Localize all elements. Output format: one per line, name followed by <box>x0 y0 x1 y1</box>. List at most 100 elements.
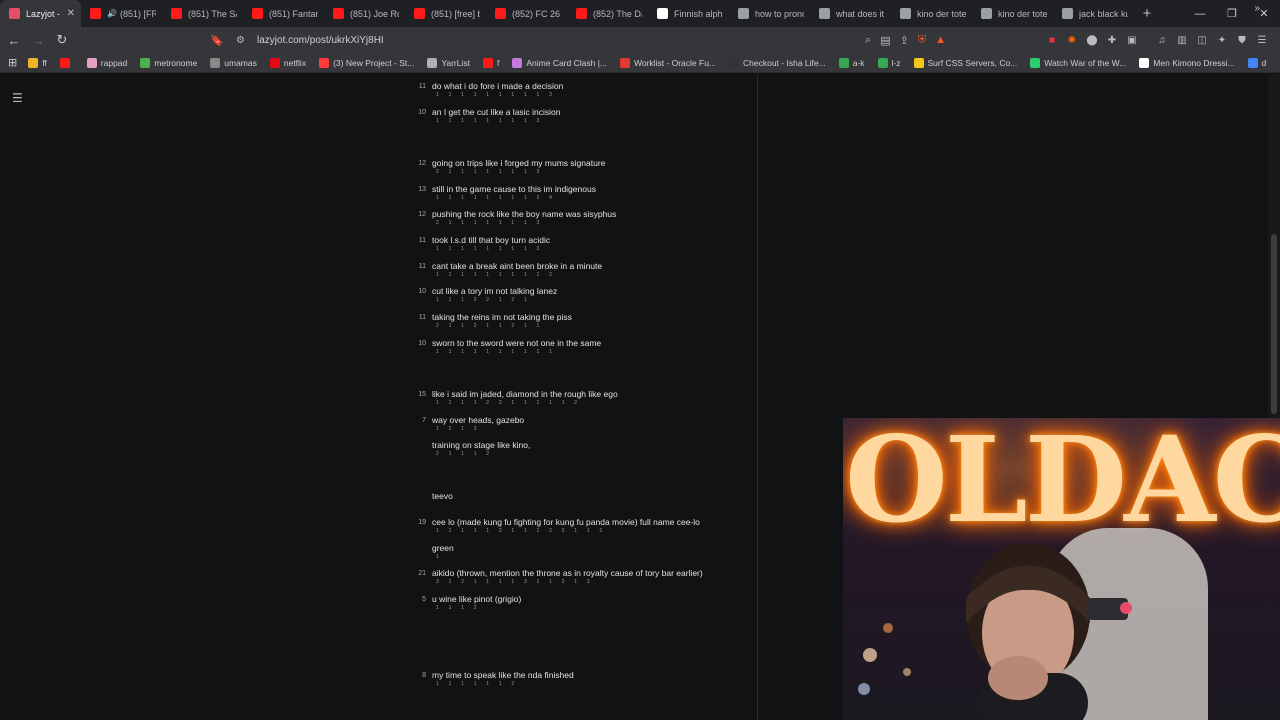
webcam-overlay: OLDAC <box>843 418 1280 720</box>
lyric-text[interactable]: cut like a tory im not talking lanez <box>432 286 557 296</box>
tab-favicon-icon <box>414 8 425 19</box>
browser-tab[interactable]: 🔊 (851) [FR <box>81 0 162 27</box>
bookmark-item[interactable]: f <box>482 57 500 68</box>
back-icon[interactable]: ← <box>4 33 24 48</box>
extensions-puzzle-icon[interactable]: ✚ <box>1105 33 1119 47</box>
lyric-text[interactable]: cant take a break aint been broke in a m… <box>432 261 602 271</box>
forward-icon[interactable]: → <box>28 33 48 48</box>
bookmark-label: f <box>496 57 500 68</box>
browser-tab[interactable]: kino der tote <box>972 0 1053 27</box>
bookmark-item[interactable]: ff <box>28 57 47 68</box>
bookmark-item[interactable]: netflix <box>269 57 307 68</box>
apps-grid-icon[interactable]: ⊞ <box>8 56 17 69</box>
new-tab-icon[interactable]: + <box>1134 0 1160 27</box>
rewards-icon[interactable]: ▲ <box>935 34 946 47</box>
restore-icon[interactable]: ❐ <box>1216 0 1248 27</box>
bookmark-item[interactable]: d <box>1247 57 1266 68</box>
vpn-icon[interactable]: ⛊ <box>1235 33 1249 47</box>
bookmark-favicon-icon <box>913 57 924 68</box>
bookmark-favicon-icon <box>28 57 39 68</box>
extension-icon[interactable]: ✺ <box>1065 33 1079 47</box>
tab-audio-icon[interactable]: 🔊 <box>107 9 117 18</box>
url-text[interactable]: lazyjot.com/post/ukrkXiYj8HI <box>257 35 384 46</box>
syllable-markers: 1 1 1 1 1 1 1 1 1 2 <box>436 272 557 278</box>
bookmarks-bar: ⊞ ff rappad metronome umamas netflix (3) New … <box>0 53 1280 73</box>
bookmark-item[interactable]: Checkout - Isha Life... <box>729 57 826 68</box>
media-icon[interactable]: ♫ <box>1155 33 1169 47</box>
leo-icon[interactable]: ✦ <box>1215 33 1229 47</box>
lyric-text[interactable]: like i said im jaded, diamond in the rou… <box>432 389 618 399</box>
browser-tab[interactable]: (851) Joe Rog <box>324 0 405 27</box>
tab-label: (851) Joe Rog <box>350 8 399 19</box>
bookmark-item[interactable]: a-k <box>838 57 865 68</box>
browser-tab[interactable]: (852) FC 26 - <box>486 0 567 27</box>
bookmarks-overflow-icon[interactable]: » <box>1254 3 1260 14</box>
zoom-icon[interactable]: ⌕ <box>865 34 871 47</box>
browser-tab[interactable]: (851) The SA <box>162 0 243 27</box>
brave-shield-icon[interactable]: ⛨ <box>918 34 926 47</box>
reload-icon[interactable]: ↻ <box>52 32 72 48</box>
bookmark-icon[interactable]: 🔖 <box>210 34 224 47</box>
reader-icon[interactable]: ▤ <box>880 34 890 47</box>
lyric-text[interactable]: green <box>432 543 454 553</box>
browser-tab[interactable]: (852) The Da <box>567 0 648 27</box>
lyric-text[interactable]: took l.s.d till that boy turn acidic <box>432 235 550 245</box>
browser-tab[interactable]: Lazyjot - ✕ <box>0 0 81 27</box>
bookmark-item[interactable]: rappad <box>86 57 127 68</box>
close-window-icon[interactable]: ✕ <box>1248 0 1280 27</box>
bookmark-item[interactable]: (3) New Project - St... <box>319 57 415 68</box>
lyric-text[interactable]: pushing the rock like the boy name was s… <box>432 209 616 219</box>
browser-tab[interactable]: (851) Fantan <box>243 0 324 27</box>
bookmark-item[interactable]: Men Kimono Dressi... <box>1139 57 1235 68</box>
bookmark-item[interactable]: Watch War of the W... <box>1030 57 1127 68</box>
bookmark-item[interactable]: Surf CSS Servers, Co... <box>913 57 1017 68</box>
hamburger-menu-icon[interactable]: ☰ <box>12 91 23 105</box>
share-icon[interactable]: ⇪ <box>900 34 909 47</box>
sidebar-icon[interactable]: ▥ <box>1175 33 1189 47</box>
lyric-text[interactable]: still in the game cause to this im indig… <box>432 184 596 194</box>
tab-label: Finnish alphat <box>674 8 723 19</box>
extension-icon[interactable]: ■ <box>1045 33 1059 47</box>
site-info-icon[interactable]: ⚙ <box>236 35 245 46</box>
browser-tab[interactable]: Finnish alphat <box>648 0 729 27</box>
bookmark-item[interactable]: umamas <box>210 57 257 68</box>
lyric-text[interactable]: an I get the cut like a lasic incision <box>432 107 561 117</box>
column-divider <box>757 74 758 720</box>
extension-icon[interactable]: ▣ <box>1125 33 1139 47</box>
bookmark-label: netflix <box>283 57 307 68</box>
bookmark-item[interactable]: Worklist - Oracle Fu... <box>620 57 716 68</box>
browser-tab[interactable]: jack black ku <box>1053 0 1134 27</box>
extension-icon[interactable]: ⬤ <box>1085 33 1099 47</box>
lyric-text[interactable]: teevo <box>432 491 453 501</box>
lyric-text[interactable]: aikido (thrown, mention the throne as in… <box>432 568 703 578</box>
browser-tab[interactable]: how to pronc <box>729 0 810 27</box>
bookmark-item[interactable]: YarrList <box>427 57 470 68</box>
lyric-text[interactable]: my time to speak like the nda finished <box>432 670 574 680</box>
lyric-text[interactable]: way over heads, gazebo <box>432 415 524 425</box>
lyric-text[interactable]: training on stage like kino, <box>432 440 530 450</box>
browser-tab[interactable]: (851) [free] b <box>405 0 486 27</box>
bookmark-label: (3) New Project - St... <box>333 57 415 68</box>
bookmark-item[interactable]: l-z <box>877 57 901 68</box>
bookmark-item[interactable]: Anime Card Clash |... <box>512 57 607 68</box>
lyric-text[interactable]: do what i do fore i made a decision <box>432 81 563 91</box>
bookmark-item[interactable]: metronome <box>140 57 197 68</box>
close-tab-icon[interactable]: ✕ <box>67 8 75 19</box>
lyric-text[interactable]: u wine like pinot (grigio) <box>432 594 521 604</box>
lyric-text[interactable]: going on trips like i forged my mums sig… <box>432 158 605 168</box>
tab-favicon-icon <box>495 8 506 19</box>
bookmark-item[interactable] <box>59 57 74 68</box>
bookmark-label: Watch War of the W... <box>1044 57 1127 68</box>
syllable-markers: 3 1 2 1 1 1 1 3 1 1 2 1 3 <box>436 579 594 585</box>
split-view-icon[interactable]: ◫ <box>1195 33 1209 47</box>
lyric-text[interactable]: sworn to the sword were not one in the s… <box>432 338 601 348</box>
scroll-thumb[interactable] <box>1271 234 1277 414</box>
minimize-icon[interactable]: — <box>1184 0 1216 27</box>
address-bar[interactable]: 🔖 ⚙ lazyjot.com/post/ukrkXiYj8HI ⌕ ▤ ⇪ ⛨… <box>206 30 958 50</box>
lyric-text[interactable]: taking the reins im not taking the piss <box>432 312 572 322</box>
browser-tab[interactable]: kino der tote <box>891 0 972 27</box>
menu-icon[interactable]: ☰ <box>1255 33 1269 47</box>
lyric-text[interactable]: cee lo (made kung fu fighting for kung f… <box>432 517 700 527</box>
syllable-count: 8 <box>422 672 426 679</box>
browser-tab[interactable]: what does it <box>810 0 891 27</box>
